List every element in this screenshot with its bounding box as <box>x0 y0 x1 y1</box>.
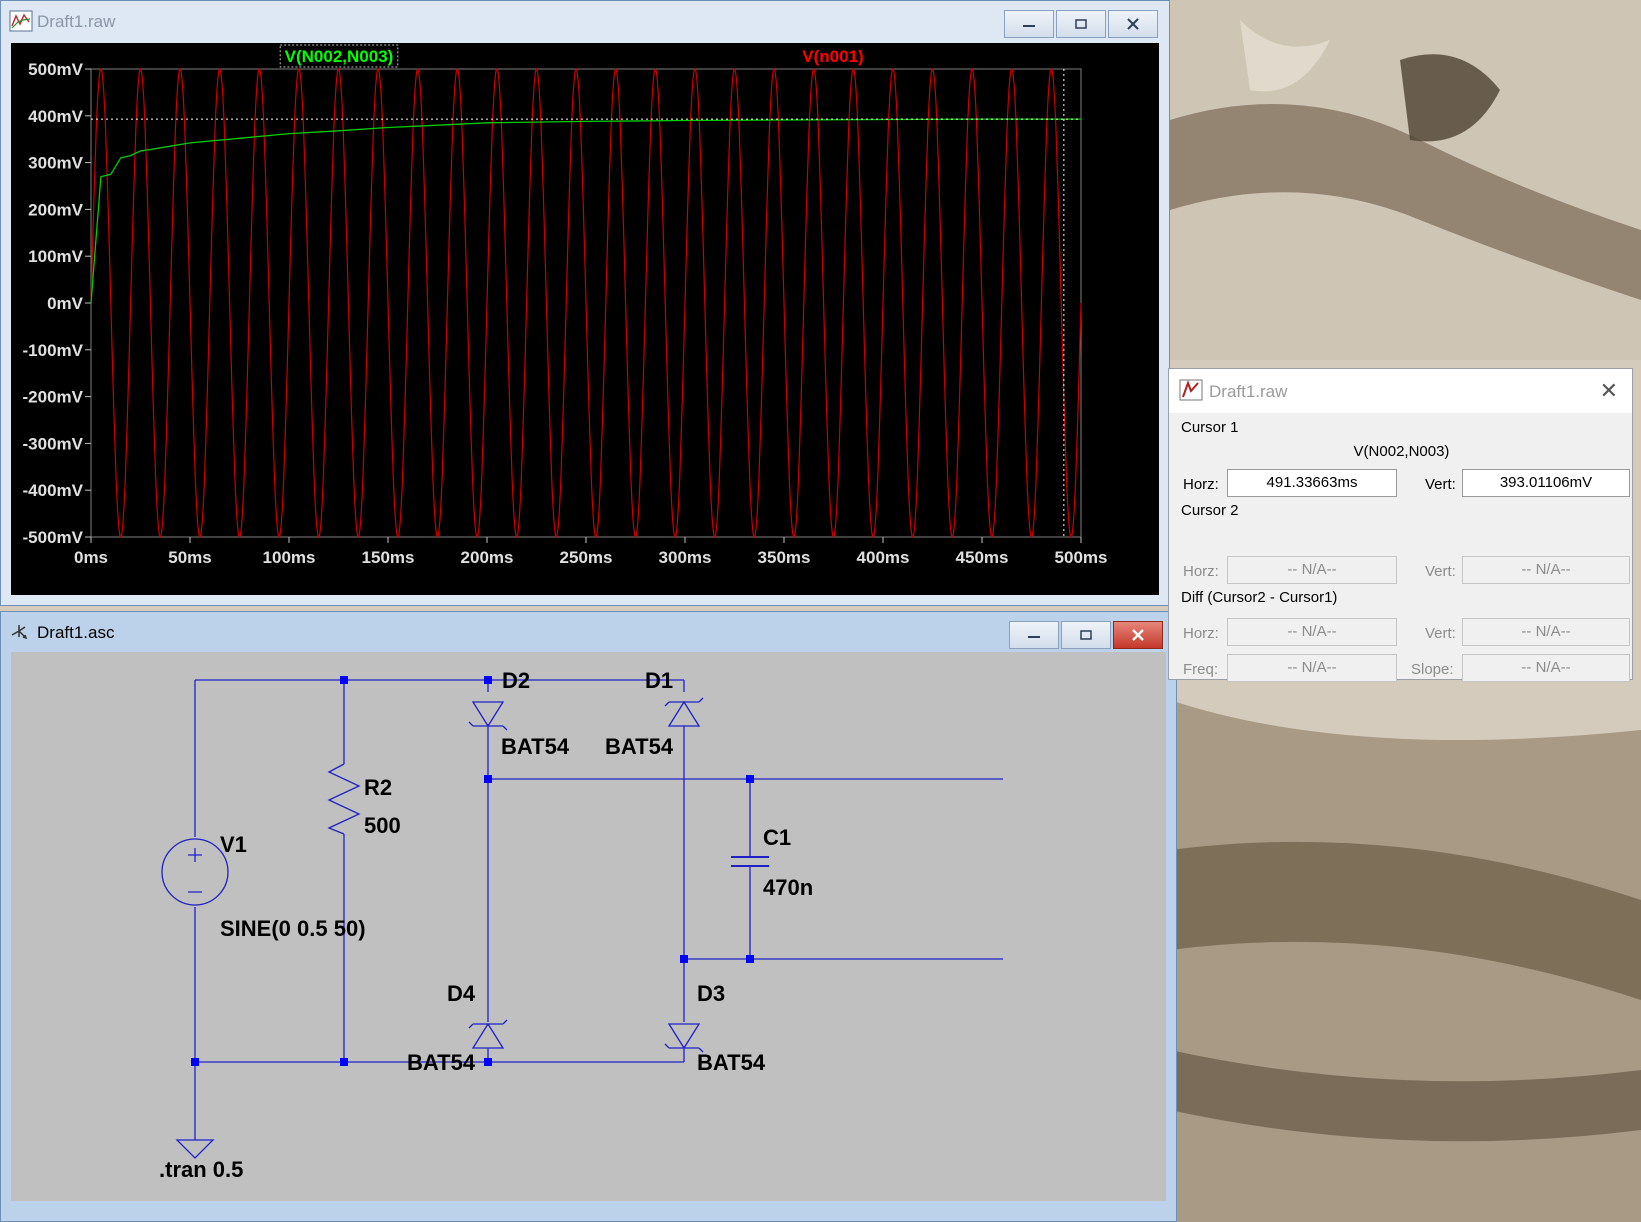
y-tick-label: 100mV <box>28 247 83 266</box>
plot-window: Draft1.raw 500mV 400mV 300mV 200mV 100mV 0mV -… <box>0 0 1170 606</box>
y-tick-label: 200mV <box>28 200 83 219</box>
cursor2-heading: Cursor 2 <box>1181 502 1239 519</box>
diff-slope-field: -- N/A-- <box>1462 654 1630 682</box>
y-tick-label: 500mV <box>28 60 83 79</box>
diode-d4[interactable] <box>468 1019 508 1049</box>
restore-icon <box>1080 630 1092 640</box>
y-tick-label: -200mV <box>23 388 84 407</box>
x-tick-label: 500ms <box>1055 548 1108 567</box>
cursor-dialog-title: Draft1.raw <box>1209 382 1288 401</box>
close-icon[interactable]: ✕ <box>1600 380 1618 402</box>
y-tick-label: 400mV <box>28 107 83 126</box>
x-tick-label: 450ms <box>956 548 1009 567</box>
diff-slope-label: Slope: <box>1411 661 1454 678</box>
minimize-icon <box>1028 636 1040 638</box>
diff-vert-label: Vert: <box>1425 625 1456 642</box>
series-v-n001-line[interactable] <box>90 68 1082 538</box>
r2-value-label: 500 <box>364 813 401 838</box>
schematic-window: Draft1.asc D2 BAT54 D1 BAT54 R2 500 V1 S… <box>0 611 1177 1222</box>
d1-model-label: BAT54 <box>605 734 674 759</box>
diff-horz-field: -- N/A-- <box>1227 618 1397 646</box>
schematic-icon <box>11 625 28 640</box>
cursor-dialog: Draft1.raw ✕ Cursor 1 V(N002,N003) Horz:… <box>1168 368 1633 682</box>
cursor2-vert-label: Vert: <box>1425 563 1456 580</box>
close-button[interactable] <box>1113 621 1163 649</box>
diff-horz-label: Horz: <box>1183 625 1219 642</box>
trace-label[interactable]: V(N002,N003) <box>285 47 394 66</box>
c1-label: C1 <box>763 825 791 850</box>
wires <box>194 679 1003 1140</box>
cursor1-vert-field[interactable]: 393.01106mV <box>1462 469 1630 497</box>
d4-model-label: BAT54 <box>407 1050 476 1075</box>
resistor-r2[interactable] <box>327 763 361 835</box>
diode-d1[interactable] <box>664 697 704 727</box>
diff-freq-label: Freq: <box>1183 661 1219 678</box>
v1-label: V1 <box>220 832 247 857</box>
diff-freq-field: -- N/A-- <box>1227 654 1397 682</box>
c1-value-label: 470n <box>763 875 813 900</box>
cursor1-heading: Cursor 1 <box>1181 419 1239 436</box>
restore-icon <box>1075 19 1087 29</box>
cursor2-horz-label: Horz: <box>1183 563 1219 580</box>
x-tick-label: 100ms <box>263 548 316 567</box>
cursor1-trace-name: V(N002,N003) <box>1353 443 1450 460</box>
cursor-dialog-titlebar[interactable]: Draft1.raw ✕ <box>1169 369 1632 413</box>
capacitor-c1[interactable] <box>731 856 769 867</box>
y-tick-label: -400mV <box>23 481 84 500</box>
x-tick-label: 150ms <box>362 548 415 567</box>
r2-label: R2 <box>364 775 392 800</box>
d4-label: D4 <box>447 981 476 1006</box>
tran-directive[interactable]: .tran 0.5 <box>159 1157 243 1182</box>
maximize-button[interactable] <box>1056 10 1106 38</box>
schematic-window-titlebar[interactable]: Draft1.asc <box>1 612 1176 652</box>
cursor1-vert-label: Vert: <box>1425 476 1456 493</box>
diode-d3[interactable] <box>664 1023 704 1053</box>
diff-vert-field: -- N/A-- <box>1462 618 1630 646</box>
ground-symbol <box>175 1139 215 1159</box>
ltspice-logo-icon <box>1179 379 1203 401</box>
x-tick-label: 250ms <box>560 548 613 567</box>
trace-label[interactable]: V(n001) <box>802 47 863 66</box>
close-icon <box>1132 629 1144 641</box>
schematic-canvas[interactable]: D2 BAT54 D1 BAT54 R2 500 V1 SINE(0 0.5 5… <box>11 652 1166 1201</box>
schematic-window-title: Draft1.asc <box>37 623 115 642</box>
x-tick-label: 400ms <box>857 548 910 567</box>
x-tick-label: 50ms <box>168 548 211 567</box>
minimize-icon <box>1023 25 1035 27</box>
x-tick-label: 200ms <box>461 548 514 567</box>
y-tick-label: 300mV <box>28 154 83 173</box>
maximize-button[interactable] <box>1061 621 1111 649</box>
d3-model-label: BAT54 <box>697 1050 766 1075</box>
cursor1-horz-field[interactable]: 491.33663ms <box>1227 469 1397 497</box>
d2-model-label: BAT54 <box>501 734 570 759</box>
y-tick-label: -500mV <box>23 528 84 547</box>
y-tick-label: 0mV <box>47 294 84 313</box>
x-tick-label: 0ms <box>74 548 108 567</box>
cursor2-vert-field: -- N/A-- <box>1462 556 1630 584</box>
x-tick-label: 350ms <box>758 548 811 567</box>
y-tick-label: -100mV <box>23 341 84 360</box>
waveform-icon <box>9 10 33 32</box>
waveform-plot[interactable]: 500mV 400mV 300mV 200mV 100mV 0mV -100mV -200mV… <box>11 43 1159 595</box>
y-tick-label: -300mV <box>23 434 84 453</box>
plot-window-title: Draft1.raw <box>37 12 116 31</box>
diff-heading: Diff (Cursor2 - Cursor1) <box>1181 589 1338 606</box>
minimize-button[interactable] <box>1009 621 1059 649</box>
cursor1-horz-label: Horz: <box>1183 476 1219 493</box>
x-tick-label: 300ms <box>659 548 712 567</box>
minimize-button[interactable] <box>1004 10 1054 38</box>
v1-value-label: SINE(0 0.5 50) <box>220 916 366 941</box>
diode-d2[interactable] <box>468 701 508 731</box>
d1-label: D1 <box>645 668 673 693</box>
voltage-source-v1[interactable] <box>161 838 229 906</box>
plot-window-titlebar[interactable]: Draft1.raw <box>1 1 1169 41</box>
close-button[interactable] <box>1108 10 1158 38</box>
d3-label: D3 <box>697 981 725 1006</box>
series-v-n002-n003-line[interactable] <box>90 118 1081 304</box>
d2-label: D2 <box>502 668 530 693</box>
cursor2-horz-field: -- N/A-- <box>1227 556 1397 584</box>
close-icon <box>1127 18 1139 30</box>
